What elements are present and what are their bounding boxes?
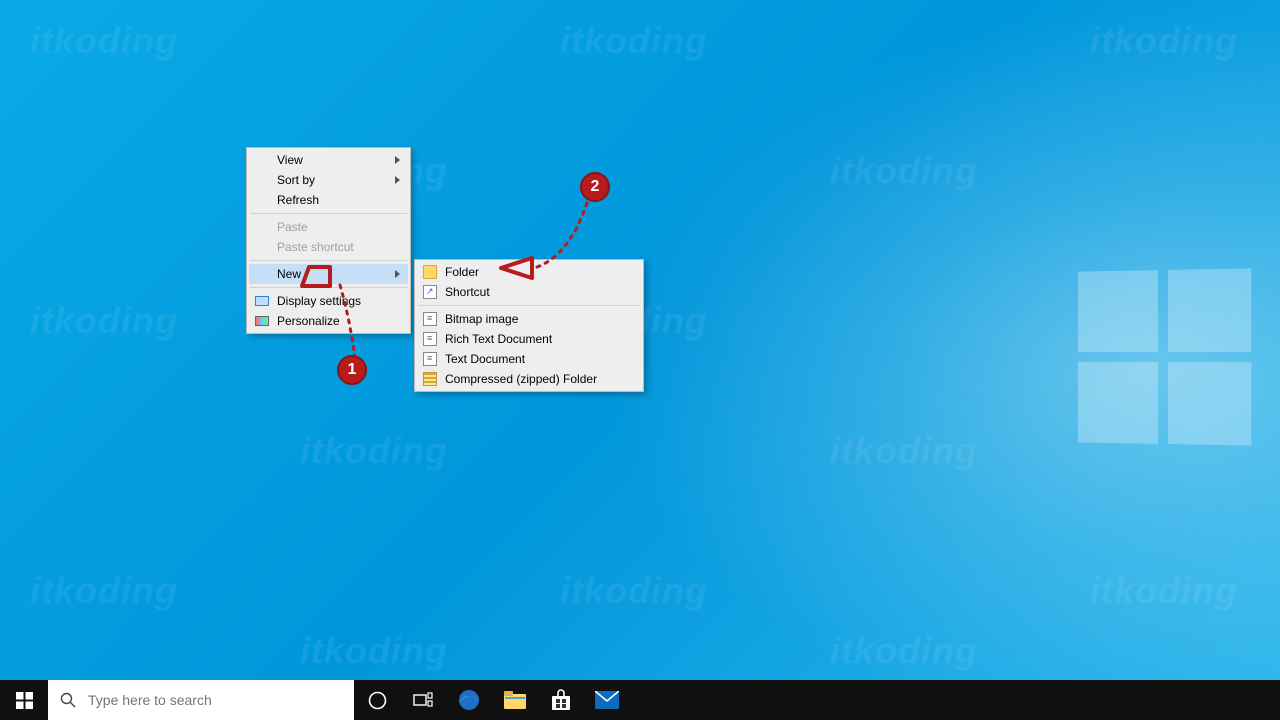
file-icon: [422, 331, 438, 347]
file-icon: [422, 351, 438, 367]
windows-logo-wallpaper: [1078, 268, 1251, 445]
chevron-right-icon: [395, 156, 400, 164]
folder-icon: [504, 691, 526, 709]
task-view-icon: [413, 692, 433, 708]
menu-separator: [250, 260, 407, 261]
menu-item-label: View: [277, 153, 303, 167]
start-button[interactable]: [0, 680, 48, 720]
menu-item-label: Sort by: [277, 173, 315, 187]
taskbar-app-explorer[interactable]: [492, 680, 538, 720]
submenu-item-txt[interactable]: Text Document: [417, 349, 641, 369]
taskbar-app-edge[interactable]: [446, 680, 492, 720]
menu-item-new[interactable]: New: [249, 264, 408, 284]
display-icon: [254, 293, 270, 309]
menu-item-label: Rich Text Document: [445, 332, 552, 346]
menu-item-label: Compressed (zipped) Folder: [445, 372, 597, 386]
shortcut-icon: [422, 284, 438, 300]
menu-separator: [250, 213, 407, 214]
menu-item-label: Personalize: [277, 314, 340, 328]
task-view-button[interactable]: [400, 680, 446, 720]
search-icon: [60, 692, 76, 708]
annotation-badge-1: 1: [337, 355, 367, 385]
submenu-item-folder[interactable]: Folder: [417, 262, 641, 282]
badge-label: 2: [591, 178, 600, 196]
mail-icon: [595, 691, 619, 709]
menu-item-paste-shortcut: Paste shortcut: [249, 237, 408, 257]
menu-item-label: Text Document: [445, 352, 525, 366]
badge-label: 1: [348, 361, 357, 379]
menu-item-refresh[interactable]: Refresh: [249, 190, 408, 210]
menu-item-view[interactable]: View: [249, 150, 408, 170]
menu-item-paste: Paste: [249, 217, 408, 237]
submenu-item-bitmap[interactable]: Bitmap image: [417, 309, 641, 329]
taskbar-app-mail[interactable]: [584, 680, 630, 720]
menu-item-display-settings[interactable]: Display settings: [249, 291, 408, 311]
file-icon: [422, 311, 438, 327]
edge-icon: [457, 688, 481, 712]
menu-item-label: Bitmap image: [445, 312, 518, 326]
menu-item-label: Paste: [277, 220, 308, 234]
folder-icon: [422, 264, 438, 280]
cortana-button[interactable]: [354, 680, 400, 720]
store-icon: [550, 689, 572, 711]
new-submenu: Folder Shortcut Bitmap image Rich Text D…: [414, 259, 644, 392]
taskbar-app-store[interactable]: [538, 680, 584, 720]
menu-separator: [250, 287, 407, 288]
search-input[interactable]: [88, 692, 342, 708]
taskbar: [0, 680, 1280, 720]
personalize-icon: [254, 313, 270, 329]
submenu-item-zip[interactable]: Compressed (zipped) Folder: [417, 369, 641, 389]
circle-icon: [368, 691, 387, 710]
chevron-right-icon: [395, 270, 400, 278]
submenu-item-rtf[interactable]: Rich Text Document: [417, 329, 641, 349]
menu-item-label: Paste shortcut: [277, 240, 354, 254]
submenu-item-shortcut[interactable]: Shortcut: [417, 282, 641, 302]
chevron-right-icon: [395, 176, 400, 184]
windows-icon: [16, 692, 33, 709]
annotation-badge-2: 2: [580, 172, 610, 202]
menu-item-label: Refresh: [277, 193, 319, 207]
menu-item-sort-by[interactable]: Sort by: [249, 170, 408, 190]
menu-item-label: Folder: [445, 265, 479, 279]
menu-item-personalize[interactable]: Personalize: [249, 311, 408, 331]
menu-item-label: Shortcut: [445, 285, 490, 299]
menu-separator: [418, 305, 640, 306]
zip-icon: [422, 371, 438, 387]
desktop-context-menu: View Sort by Refresh Paste Paste shortcu…: [246, 147, 411, 334]
menu-item-label: New: [277, 267, 301, 281]
menu-item-label: Display settings: [277, 294, 361, 308]
taskbar-search[interactable]: [48, 680, 354, 720]
